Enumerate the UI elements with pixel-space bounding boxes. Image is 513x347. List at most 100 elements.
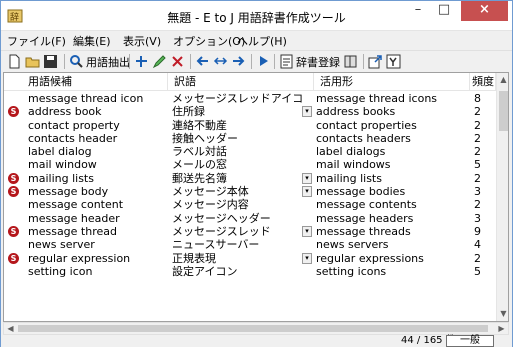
move-right-button[interactable] (231, 53, 246, 70)
scroll-down-icon[interactable]: ▼ (497, 307, 508, 321)
term-candidate: setting icon (28, 264, 93, 278)
translation: 郵送先名簿 (172, 171, 227, 185)
column-header-frequency[interactable]: 頻度 (470, 73, 496, 91)
edit-row-button[interactable] (152, 53, 167, 70)
toolbar-separator (190, 54, 191, 69)
scroll-left-icon[interactable]: ◀ (4, 323, 17, 334)
status-badge: S (8, 186, 19, 198)
scroll-up-icon[interactable]: ▲ (497, 73, 508, 87)
column-header-inflection[interactable]: 活用形 (314, 73, 470, 91)
delete-row-button[interactable] (170, 53, 185, 70)
inflection: mailing lists (316, 171, 382, 185)
inflection: message bodies (316, 185, 406, 199)
scroll-thumb[interactable] (18, 325, 488, 332)
frequency: 2 (474, 251, 481, 265)
scroll-thumb[interactable] (499, 91, 508, 131)
maximize-button[interactable]: □ (431, 1, 457, 21)
add-row-button[interactable] (134, 53, 149, 70)
frequency: 8 (474, 92, 481, 105)
table-row[interactable]: contacts header 接触ヘッダー contacts headers 2 (4, 132, 496, 145)
horizontal-scrollbar[interactable]: ◀ ▶ (3, 322, 509, 335)
table-row[interactable]: label dialog ラベル対話 label dialogs 2 (4, 145, 496, 158)
arrow-right-icon (233, 56, 245, 66)
vertical-scrollbar[interactable]: ▲ ▼ (496, 73, 508, 321)
filter-icon (386, 54, 401, 69)
term-candidate: message thread (28, 224, 117, 238)
table-row[interactable]: Saddress book 住所録 ▾ address books 2 (4, 105, 496, 118)
inflection: label dialogs (316, 145, 386, 159)
toolbar-separator (64, 54, 65, 69)
table-row[interactable]: setting icon 設定アイコン setting icons 5 (4, 265, 496, 278)
menu-view[interactable]: 表示(V) (123, 33, 161, 49)
inflection: message contents (316, 198, 417, 212)
table-row[interactable]: Smessage thread メッセージスレッド ▾ message threads… (4, 225, 496, 238)
save-button[interactable] (43, 53, 58, 70)
table-row[interactable]: Sregular expression 正規表現 ▾ regular expressi… (4, 252, 496, 265)
menu-file[interactable]: ファイル(F) (7, 33, 66, 49)
status-badge: S (8, 252, 19, 264)
export-icon (368, 55, 382, 69)
new-file-button[interactable] (7, 53, 22, 70)
open-button[interactable] (25, 53, 40, 70)
menu-bar: ファイル(F) 編集(E) 表示(V) オプション(O) ヘルプ(H) (1, 31, 512, 50)
save-icon (44, 55, 57, 68)
play-button[interactable] (256, 53, 271, 70)
open-folder-icon (25, 57, 40, 68)
chevron-down-icon[interactable]: ▾ (302, 252, 312, 264)
extract-terms-button[interactable]: 用語抽出 (69, 53, 130, 70)
export-button[interactable] (368, 53, 383, 70)
close-button[interactable]: × (461, 1, 508, 21)
translation: 住所録 (172, 105, 205, 119)
scroll-right-icon[interactable]: ▶ (495, 323, 508, 334)
translation: メッセージ本体 (172, 185, 249, 199)
title-bar[interactable]: 辞 無題 - E to J 用語辞書作成ツール – □ × (1, 1, 512, 31)
frequency: 4 (474, 238, 481, 252)
table-row[interactable]: contact property 連絡不動産 contact properties 2 (4, 119, 496, 132)
inflection: mail windows (316, 158, 391, 172)
term-list[interactable]: 用語候補 訳語 活用形 頻度 message thread icon メッセージス… (3, 72, 509, 322)
minimize-button[interactable]: – (405, 1, 431, 21)
mode-indicator: 一般 (446, 335, 494, 347)
term-candidate: message body (28, 185, 109, 199)
arrow-left-icon (196, 56, 208, 66)
menu-edit[interactable]: 編集(E) (73, 33, 111, 49)
frequency: 2 (474, 171, 481, 185)
menu-help[interactable]: ヘルプ(H) (237, 33, 287, 49)
move-left-button[interactable] (195, 53, 210, 70)
table-row[interactable]: Smailing lists 郵送先名簿 ▾ mailing lists 2 (4, 172, 496, 185)
menu-options[interactable]: オプション(O) (173, 33, 245, 49)
translation: メッセージスレッド (172, 224, 271, 238)
translation: メールの窓 (172, 158, 227, 172)
chevron-down-icon[interactable]: ▾ (302, 225, 312, 237)
table-row[interactable]: message content メッセージ内容 message contents 2 (4, 198, 496, 211)
column-header-translation[interactable]: 訳語 (168, 73, 314, 91)
inflection: contact properties (316, 118, 417, 132)
term-candidate: message thread icon (28, 92, 144, 105)
table-row[interactable]: news server ニュースサーバー news servers 4 (4, 238, 496, 251)
term-candidate: message content (28, 198, 124, 212)
frequency: 5 (474, 158, 481, 172)
dictionary-view-button[interactable] (343, 53, 358, 70)
list-rows: message thread icon メッセージスレッドアイコン message … (4, 92, 496, 278)
table-row[interactable]: message header メッセージヘッダー message headers 3 (4, 212, 496, 225)
inflection: address books (316, 105, 396, 119)
table-row[interactable]: Smessage body メッセージ本体 ▾ message bodies 3 (4, 185, 496, 198)
merge-button[interactable] (213, 53, 228, 70)
column-header-candidate[interactable]: 用語候補 (4, 73, 168, 91)
merge-icon (213, 57, 228, 65)
table-row[interactable]: message thread icon メッセージスレッドアイコン message … (4, 92, 496, 105)
register-dictionary-button[interactable]: 辞書登録 (279, 53, 340, 70)
toolbar-separator (274, 54, 275, 69)
translation: 連絡不動産 (172, 118, 227, 132)
filter-button[interactable] (386, 53, 401, 70)
translation: 接触ヘッダー (172, 131, 238, 145)
chevron-down-icon[interactable]: ▾ (302, 186, 312, 198)
chevron-down-icon[interactable]: ▾ (302, 106, 312, 118)
status-badge: S (8, 225, 19, 237)
term-candidate: mail window (28, 158, 97, 172)
inflection: setting icons (316, 264, 387, 278)
table-row[interactable]: mail window メールの窓 mail windows 5 (4, 158, 496, 171)
inflection: message headers (316, 211, 414, 225)
chevron-down-icon[interactable]: ▾ (302, 172, 312, 184)
extract-terms-label: 用語抽出 (86, 55, 130, 69)
